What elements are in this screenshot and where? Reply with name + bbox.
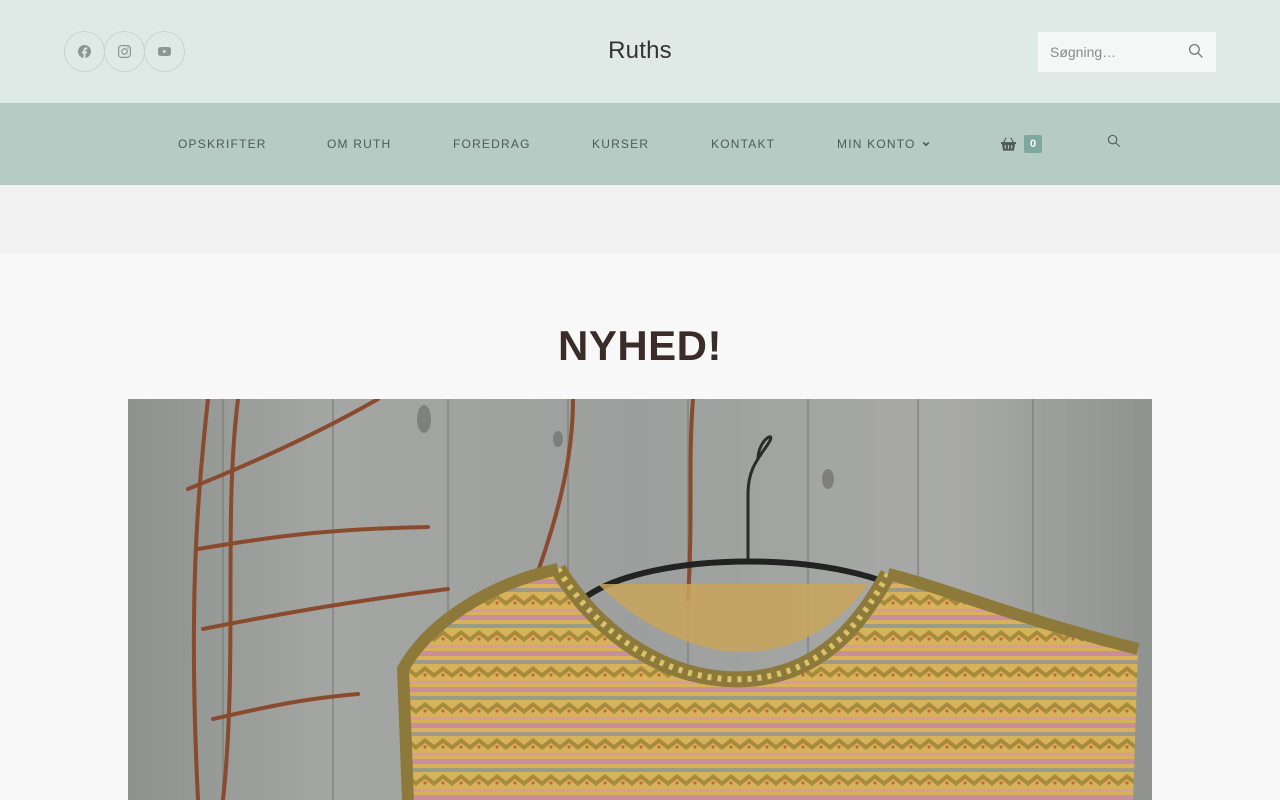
main-navigation: OPSKRIFTER OM RUTH FOREDRAG KURSER KONTA… xyxy=(0,103,1280,185)
nav-item-min-konto[interactable]: MIN KONTO xyxy=(837,137,930,151)
basket-icon xyxy=(1001,137,1016,151)
nav-search-toggle[interactable] xyxy=(1107,134,1121,153)
top-header: Ruths xyxy=(0,0,1280,103)
featured-image[interactable] xyxy=(128,399,1152,800)
search-input[interactable] xyxy=(1038,44,1178,60)
nav-item-opskrifter[interactable]: OPSKRIFTER xyxy=(178,137,267,151)
header-search xyxy=(1038,32,1216,72)
page-header-band xyxy=(0,185,1280,254)
nav-item-kontakt[interactable]: KONTAKT xyxy=(711,137,775,151)
cart-button[interactable]: 0 xyxy=(1001,135,1042,153)
nav-item-foredrag[interactable]: FOREDRAG xyxy=(453,137,531,151)
nav-item-om-ruth[interactable]: OM RUTH xyxy=(327,137,391,151)
knitted-vest-photo xyxy=(128,399,1152,800)
search-icon xyxy=(1107,134,1120,147)
post-title: NYHED! xyxy=(557,322,722,369)
search-icon xyxy=(1188,43,1203,58)
cart-count-badge: 0 xyxy=(1024,135,1042,153)
chevron-down-icon xyxy=(922,137,930,151)
nav-item-min-konto-label: MIN KONTO xyxy=(837,137,916,151)
search-button[interactable] xyxy=(1188,43,1206,61)
nav-item-kurser[interactable]: KURSER xyxy=(592,137,649,151)
